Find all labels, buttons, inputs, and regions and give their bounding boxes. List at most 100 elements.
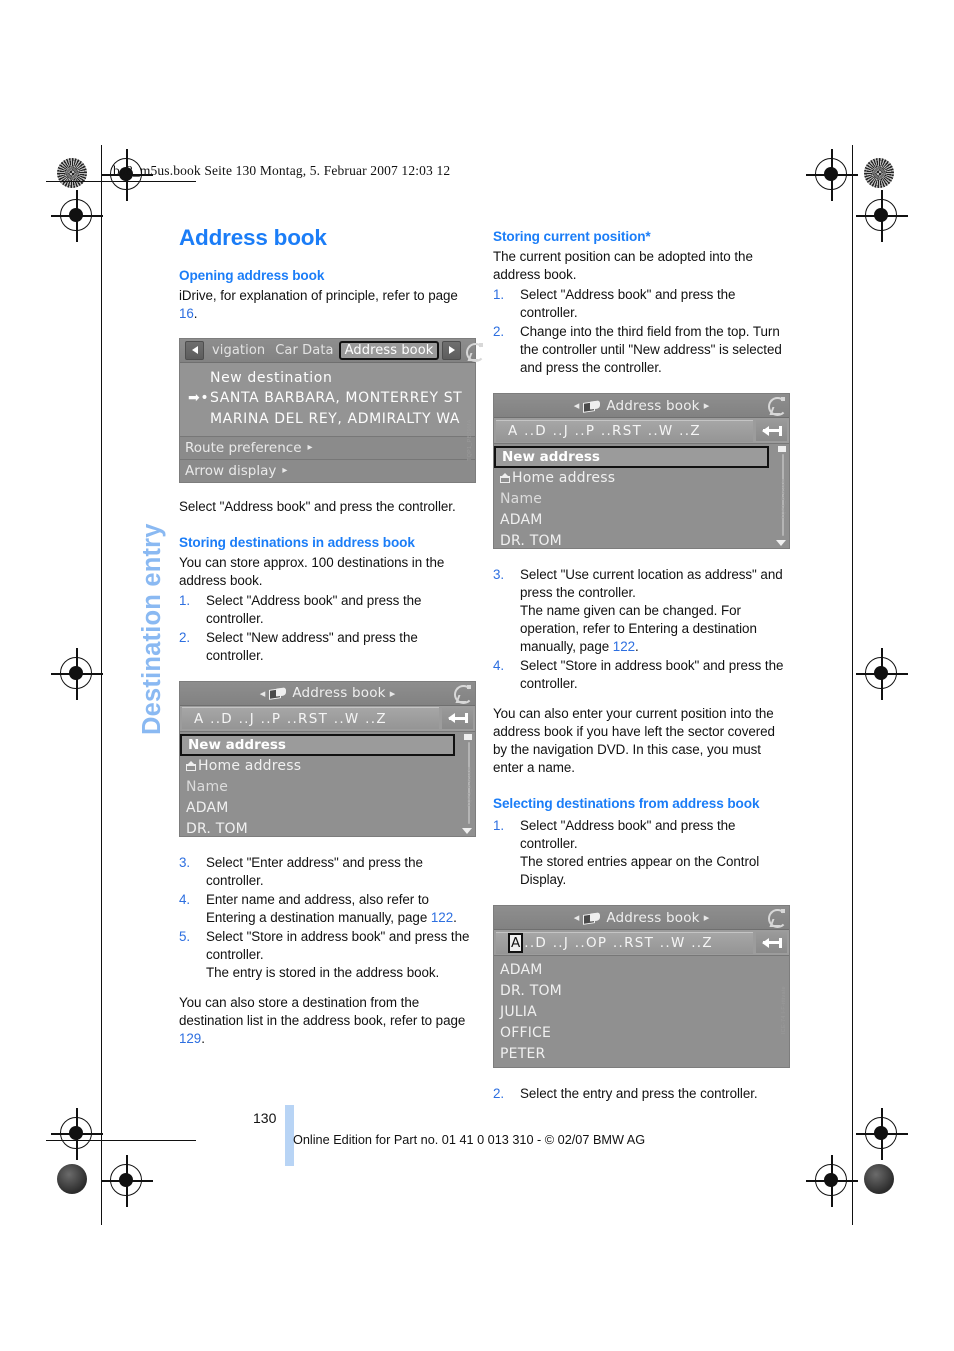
paragraph-closing-left: You can also store a destination from th… <box>179 994 476 1048</box>
figure2-selected-new-address[interactable]: New address <box>180 733 455 756</box>
chevron-right-icon[interactable]: ▸ <box>704 911 710 924</box>
registration-blob-bottom-right <box>864 1164 894 1194</box>
heading-selecting-destinations: Selecting destinations from address book <box>493 796 760 812</box>
trim-line-right <box>852 145 854 1225</box>
page-ref-16[interactable]: 16 <box>179 306 194 321</box>
figure3-letter-filter[interactable]: A ..D ..J ..P ..RST ..W ..Z <box>496 419 753 442</box>
figure1-row-marina-del-rey[interactable]: MARINA DEL REY, ADMIRALTY WA <box>180 409 475 430</box>
home-icon <box>500 473 510 484</box>
tab-address-book[interactable]: Address book <box>338 340 440 360</box>
tab-navigation[interactable]: vigation <box>207 342 270 359</box>
crop-mark-bottom-left <box>101 1155 153 1207</box>
step-number: 2. <box>179 629 191 645</box>
figure2-letter-filter-row: A ..D ..J ..P ..RST ..W ..Z <box>180 705 475 732</box>
step-number: 1. <box>493 818 505 834</box>
figure-address-book-new-address-left: ◂ Address book ▸ A ..D ..J ..P ..RST ..W… <box>179 680 476 840</box>
steps-after-figure3: 3. Select "Use current location as addres… <box>493 566 790 693</box>
figure3-item-name[interactable]: Name <box>494 489 789 510</box>
figure2-item-home-address[interactable]: Home address <box>180 756 475 777</box>
figure3-item-dr-tom[interactable]: DR. TOM <box>494 531 789 552</box>
figure2-item-home-address-label: Home address <box>198 757 302 774</box>
figure4-letter-filter[interactable]: A ..D ..J ..OP ..RST ..W ..Z <box>496 931 753 954</box>
step-item: 1. Select "Address book" and press the co… <box>179 592 476 628</box>
step-extra-b: . <box>635 639 639 655</box>
address-book-icon <box>269 688 287 699</box>
opening-text-b: . <box>193 305 198 321</box>
heading-storing-current-position: Storing current position* <box>493 229 651 244</box>
figure1-row-santa-barbara[interactable]: ➡•SANTA BARBARA, MONTERREY ST <box>180 388 475 409</box>
tab-car-data[interactable]: Car Data <box>270 342 338 359</box>
trim-line-top <box>46 181 196 183</box>
home-icon <box>186 760 196 771</box>
figure3-item-home-address[interactable]: Home address <box>494 468 789 489</box>
figure4-item-office[interactable]: OFFICE <box>494 1023 789 1044</box>
step-text: Select "Store in address book" and press… <box>520 658 784 692</box>
step-item: 2. Change into the third field from the t… <box>493 323 790 377</box>
steps-after-figure2: 3. Select "Enter address" and press the c… <box>179 854 476 982</box>
figure1-tabbar: vigation Car Data Address book <box>180 338 486 363</box>
figure1-row-new-destination[interactable]: New destination <box>180 368 475 389</box>
figure1-menu-route-preference[interactable]: Route preference ▸ <box>180 435 475 459</box>
figure2-item-name[interactable]: Name <box>180 777 475 798</box>
figure2-caption-code: TQP1_B-tkvale <box>467 766 473 807</box>
figure4-item-peter[interactable]: PETER <box>494 1044 789 1065</box>
page-ref-122[interactable]: 122 <box>431 910 453 925</box>
figure1-caption-code: TQP1_PB79MA <box>467 419 473 461</box>
step-item: 4. Select "Store in address book" and pre… <box>493 657 790 693</box>
page-ref-122[interactable]: 122 <box>613 639 635 654</box>
figure4-item-julia[interactable]: JULIA <box>494 1002 789 1023</box>
back-arrow-icon[interactable] <box>442 707 473 729</box>
right-column: Storing current position* The current po… <box>493 226 790 1104</box>
page-number: 130 <box>253 1110 277 1126</box>
step-item: 1. Select "Address book" and press the co… <box>493 286 790 322</box>
crop-mark-right-upper <box>856 190 908 242</box>
chevron-left-icon[interactable]: ◂ <box>574 911 580 924</box>
step-extra: The stored entries appear on the Control… <box>520 854 760 888</box>
back-arrow-icon[interactable] <box>756 932 787 954</box>
figure4-item-dr-tom[interactable]: DR. TOM <box>494 981 789 1002</box>
figure3-selected-new-address[interactable]: New address <box>494 446 769 469</box>
crop-mark-right-bottom <box>856 1108 908 1160</box>
steps-selecting-destinations: 1. Select "Address book" and press the co… <box>493 817 790 889</box>
letter-filter-selected[interactable]: A <box>508 933 524 954</box>
registration-blob-bottom-left <box>57 1164 87 1194</box>
step-number: 3. <box>179 854 191 870</box>
chevron-right-icon[interactable]: ▸ <box>390 687 396 700</box>
figure2-item-adam[interactable]: ADAM <box>180 798 475 819</box>
arrow-right-icon[interactable] <box>442 340 462 360</box>
closing-text-a: You can also store a destination from th… <box>179 995 466 1029</box>
crop-mark-left-upper <box>51 190 103 242</box>
letter-filter-rest: ..D ..J ..OP ..RST ..W ..Z <box>524 935 713 952</box>
step-number: 3. <box>493 567 505 583</box>
figure1-menu-arrow-display[interactable]: Arrow display ▸ <box>180 458 475 482</box>
caption-after-figure1: Select "Address book" and press the cont… <box>179 498 456 514</box>
chevron-left-icon[interactable]: ◂ <box>574 399 580 412</box>
step-text: Change into the third field from the top… <box>520 323 782 376</box>
step-text: Select "Address book" and press the cont… <box>520 818 736 852</box>
figure-address-book-new-address-right: ◂ Address book ▸ A ..D ..J ..P ..RST ..W… <box>493 393 790 552</box>
figure2-item-dr-tom[interactable]: DR. TOM <box>180 819 475 840</box>
page-ref-129[interactable]: 129 <box>179 1031 201 1046</box>
arrow-left-icon[interactable] <box>185 340 204 360</box>
chevron-left-icon[interactable]: ◂ <box>260 687 266 700</box>
step-text-tail: . <box>453 909 457 925</box>
controller-knob-icon <box>766 395 787 417</box>
controller-knob-icon <box>464 341 486 362</box>
crop-mark-bottom-right <box>806 1155 858 1207</box>
back-arrow-icon[interactable] <box>756 420 787 442</box>
paragraph-storing-intro: You can store approx. 100 destinations i… <box>179 554 445 588</box>
crop-mark-left-bottom <box>51 1108 103 1160</box>
controller-knob-icon <box>766 907 787 929</box>
step-number: 4. <box>179 891 191 907</box>
figure3-item-adam[interactable]: ADAM <box>494 510 789 531</box>
step-after-figure4: 2. Select the entry and press the control… <box>493 1085 790 1103</box>
step-number: 4. <box>493 658 505 674</box>
side-running-head-label: Destination entry <box>138 523 166 735</box>
chevron-right-icon[interactable]: ▸ <box>704 399 710 412</box>
figure3-title: Address book <box>606 397 700 414</box>
step-number: 5. <box>179 929 191 944</box>
heading-opening-address-book: Opening address book <box>179 267 325 283</box>
figure2-letter-filter[interactable]: A ..D ..J ..P ..RST ..W ..Z <box>182 707 439 730</box>
figure4-item-adam[interactable]: ADAM <box>494 960 789 981</box>
step-item: 1. Select "Address book" and press the co… <box>493 817 790 889</box>
